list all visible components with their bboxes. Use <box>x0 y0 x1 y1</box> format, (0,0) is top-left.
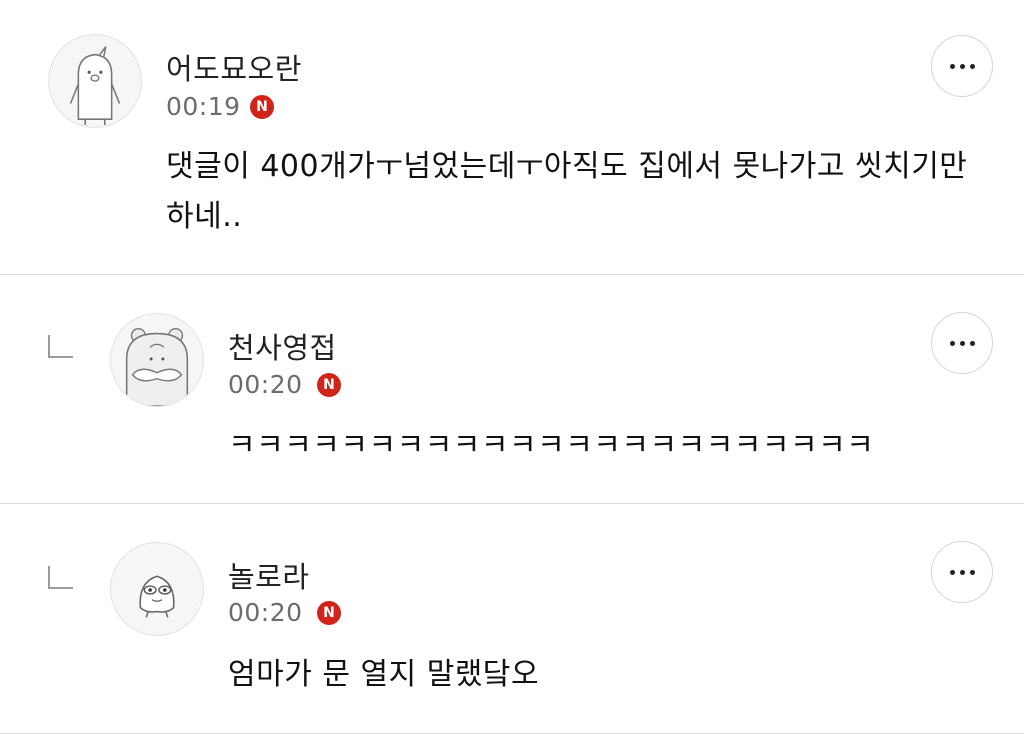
new-badge: N <box>250 95 274 119</box>
comment-author[interactable]: 천사영접 <box>228 325 337 367</box>
dot <box>949 569 955 575</box>
comment-text: 엄마가 문 열지 말랬닼오 <box>228 657 540 692</box>
comment-author[interactable]: 어도묘오란 <box>166 46 302 88</box>
reply-arrow-icon <box>48 335 73 358</box>
dot <box>959 569 965 575</box>
reply-comment-item: 놀로라 00:20 N 엄마가 문 열지 말랬닼오 <box>0 504 1024 734</box>
reply-comment-item: 천사영접 00:20 N ㅋㅋㅋㅋㅋㅋㅋㅋㅋㅋㅋㅋㅋㅋㅋㅋㅋㅋㅋㅋㅋㅋㅋ <box>0 275 1024 503</box>
comment-time: 00:19 <box>166 92 241 121</box>
dot <box>949 340 955 346</box>
more-options-button[interactable] <box>931 35 993 97</box>
comment-text: 댓글이 400개가ㅜ넘었는데ㅜ아직도 집에서 못나가고 씻치기만하네.. <box>166 149 968 234</box>
new-badge: N <box>317 373 341 397</box>
new-badge: N <box>317 601 341 625</box>
dot <box>969 63 975 69</box>
dot <box>959 340 965 346</box>
dot <box>949 63 955 69</box>
more-options-button[interactable] <box>931 541 993 603</box>
comment-item: 어도묘오란 00:19 N 댓글이 400개가ㅜ넘었는데ㅜ아직도 집에서 못나가… <box>0 0 1024 274</box>
ghost-avatar-icon[interactable] <box>110 542 204 636</box>
dot <box>969 340 975 346</box>
dot <box>959 63 965 69</box>
comment-time: 00:20 <box>228 370 303 399</box>
penguin-avatar-icon[interactable] <box>48 34 142 128</box>
dot <box>969 569 975 575</box>
comment-time: 00:20 <box>228 598 303 627</box>
hamster-avatar-icon[interactable] <box>110 313 204 407</box>
reply-arrow-icon <box>48 566 73 589</box>
more-options-button[interactable] <box>931 312 993 374</box>
comment-author[interactable]: 놀로라 <box>228 554 310 596</box>
comment-text: ㅋㅋㅋㅋㅋㅋㅋㅋㅋㅋㅋㅋㅋㅋㅋㅋㅋㅋㅋㅋㅋㅋㅋ <box>228 428 875 463</box>
